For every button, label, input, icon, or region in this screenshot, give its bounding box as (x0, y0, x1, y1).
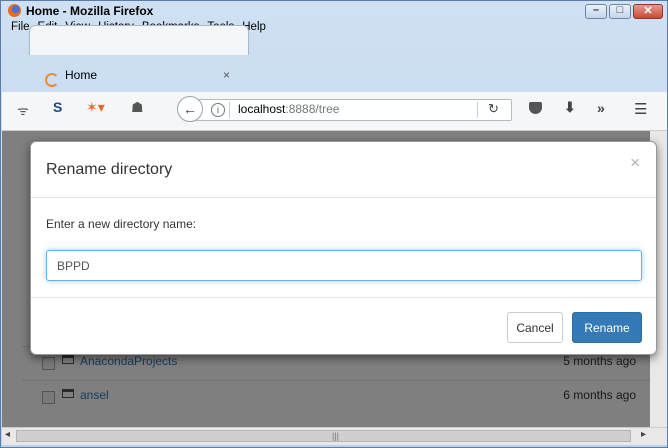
maximize-icon: □ (616, 4, 624, 16)
grip-icon: ||| (332, 431, 340, 441)
tab-close-button[interactable]: × (223, 68, 230, 82)
dialog-divider (31, 297, 656, 298)
s-icon[interactable]: S (53, 99, 62, 115)
horizontal-scrollbar[interactable]: ◂ ||| ▸ (2, 427, 667, 445)
url-host: localhost (238, 102, 286, 116)
download-icon[interactable]: ⬇ (564, 99, 576, 116)
reload-icon[interactable]: ↻ (488, 101, 499, 117)
fox-icon[interactable]: ✶▾ (86, 99, 105, 116)
dialog-label: Enter a new directory name: (46, 217, 197, 231)
dialog-close-button[interactable]: × (630, 153, 640, 173)
window-title: Home - Mozilla Firefox (26, 4, 154, 18)
url-divider (229, 102, 230, 118)
minimize-icon: – (592, 4, 600, 16)
loading-spinner-icon (45, 73, 59, 87)
back-button[interactable]: ← (177, 96, 203, 122)
cancel-button[interactable]: Cancel (507, 312, 563, 343)
close-icon: ✕ (643, 5, 653, 17)
title-bar: Home - Mozilla Firefox – □ ✕ (1, 1, 667, 21)
window-controls: – □ ✕ (585, 4, 663, 19)
incognito-icon[interactable]: ☗ (131, 99, 144, 116)
menu-file[interactable]: File (11, 21, 30, 37)
info-icon[interactable]: i (211, 103, 225, 117)
back-arrow-icon: ← (183, 101, 197, 117)
url-path: :8888/tree (285, 102, 340, 116)
rss-icon[interactable]: ᯤ (17, 101, 29, 119)
firefox-logo-icon (8, 4, 21, 17)
scroll-right-icon[interactable]: ▸ (641, 429, 646, 440)
scroll-left-icon[interactable]: ◂ (5, 429, 10, 440)
hamburger-menu-icon[interactable]: ☰ (634, 100, 647, 118)
overflow-icon[interactable]: » (597, 100, 605, 116)
maximize-button[interactable]: □ (609, 4, 631, 19)
rename-dialog: Rename directory × Enter a new directory… (30, 141, 657, 355)
minimize-button[interactable]: – (585, 4, 607, 19)
tab-label: Home (65, 68, 98, 82)
directory-name-input[interactable] (46, 250, 642, 281)
tab-home[interactable] (29, 25, 249, 55)
reload-divider (477, 102, 478, 118)
dialog-divider (31, 197, 656, 198)
browser-window: Home - Mozilla Firefox – □ ✕ File Edit V… (0, 0, 668, 448)
dialog-title: Rename directory (46, 161, 173, 178)
scroll-thumb[interactable]: ||| (16, 430, 631, 442)
rename-button[interactable]: Rename (572, 312, 642, 343)
close-window-button[interactable]: ✕ (633, 4, 663, 19)
url-text[interactable]: localhost:8888/tree (238, 102, 339, 116)
